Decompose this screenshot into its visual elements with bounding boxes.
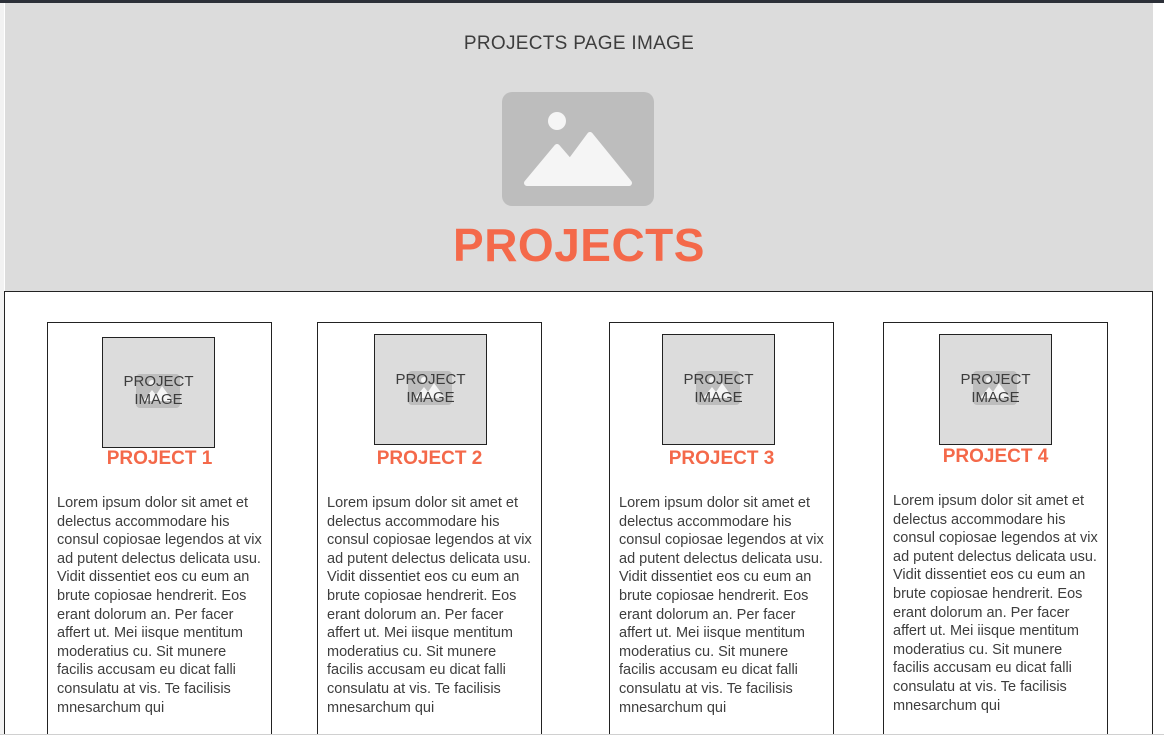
project-card-3: PROJECT IMAGE PROJECT 3 Lorem ipsum dolo… (609, 322, 834, 734)
project-image-label: IMAGE (134, 391, 183, 408)
project-image-label: IMAGE (406, 389, 455, 406)
project-title[interactable]: PROJECT 3 (610, 448, 833, 470)
project-title[interactable]: PROJECT 1 (48, 448, 271, 470)
project-card-1: PROJECT IMAGE PROJECT 1 Lorem ipsum dolo… (47, 322, 272, 734)
page-title: PROJECTS (453, 219, 705, 271)
project-card-2: PROJECT IMAGE PROJECT 2 Lorem ipsum dolo… (317, 322, 542, 734)
image-placeholder-icon (502, 92, 654, 206)
right-edge (1153, 3, 1164, 734)
projects-grid: PROJECT IMAGE PROJECT 1 Lorem ipsum dolo… (4, 291, 1153, 734)
project-card-4: PROJECT IMAGE PROJECT 4 Lorem ipsum dolo… (883, 322, 1108, 734)
project-description: Lorem ipsum dolor sit amet et delectus a… (327, 495, 532, 716)
project-image-placeholder: PROJECT IMAGE (374, 334, 487, 445)
project-image-placeholder: PROJECT IMAGE (939, 334, 1052, 445)
project-image-label: PROJECT (395, 371, 466, 388)
project-image-label: PROJECT (683, 371, 754, 388)
hero-image-placeholder: PROJECTS PAGE IMAGE PROJECTS (5, 3, 1153, 292)
project-description: Lorem ipsum dolor sit amet et delectus a… (57, 495, 262, 716)
project-image-label: PROJECT (123, 373, 194, 390)
project-title[interactable]: PROJECT 2 (318, 448, 541, 470)
project-description: Lorem ipsum dolor sit amet et delectus a… (619, 495, 824, 716)
project-image-placeholder: PROJECT IMAGE (662, 334, 775, 445)
project-description: Lorem ipsum dolor sit amet et delectus a… (893, 493, 1098, 714)
project-image-label: PROJECT (960, 371, 1031, 388)
project-title[interactable]: PROJECT 4 (884, 446, 1107, 468)
project-image-placeholder: PROJECT IMAGE (102, 337, 215, 448)
hero-image-label: PROJECTS PAGE IMAGE (463, 33, 695, 54)
project-image-label: IMAGE (971, 389, 1020, 406)
bottom-edge (0, 734, 1164, 741)
project-image-label: IMAGE (694, 389, 743, 406)
